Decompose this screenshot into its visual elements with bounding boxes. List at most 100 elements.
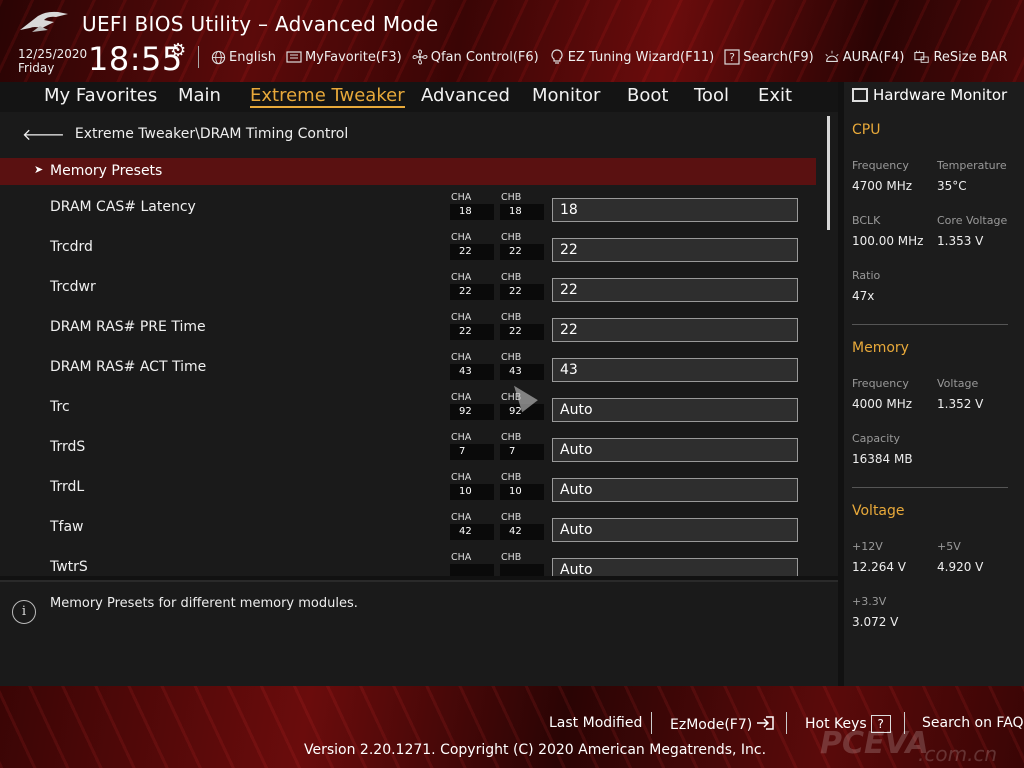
footer-divider: [651, 712, 652, 734]
last-modified-button[interactable]: Last Modified: [549, 715, 642, 731]
header-divider: [198, 46, 199, 68]
cpu-frequency-label: Frequency: [852, 159, 909, 172]
timing-row[interactable]: Trcdwr CHA 22 CHB 22 22: [0, 272, 816, 312]
v5-value: 4.920 V: [937, 560, 984, 574]
back-arrow-icon[interactable]: 🡐: [22, 124, 65, 144]
day-text: Friday: [18, 61, 55, 75]
timing-row[interactable]: TrrdL CHA 10 CHB 10 Auto: [0, 472, 816, 512]
channel-b-value: 42: [500, 524, 544, 540]
channel-a-readout: CHA 22: [450, 312, 494, 342]
timing-value-input[interactable]: Auto: [552, 478, 798, 502]
channel-a-label: CHA: [451, 312, 472, 323]
cpu-temperature-label: Temperature: [937, 159, 1007, 172]
channel-a-label: CHA: [451, 272, 472, 283]
channel-a-readout: CHA 22: [450, 272, 494, 302]
timing-label: TrrdS: [50, 439, 86, 455]
ez-tuning-wizard-button[interactable]: EZ Tuning Wizard(F11): [549, 49, 714, 65]
timing-value-input[interactable]: Auto: [552, 558, 798, 576]
memory-capacity-value: 16384 MB: [852, 452, 913, 466]
tab-boot[interactable]: Boot: [627, 85, 668, 106]
cpu-heading: CPU: [852, 122, 881, 138]
cpu-frequency-value: 4700 MHz: [852, 179, 913, 193]
tab-advanced[interactable]: Advanced: [421, 85, 510, 106]
language-button[interactable]: English: [210, 49, 276, 65]
channel-b-readout: CHB 22: [500, 312, 544, 342]
channel-b-readout: CHB: [500, 552, 544, 576]
channel-b-label: CHB: [501, 512, 522, 523]
timing-value-input[interactable]: Auto: [552, 398, 798, 422]
header-toolbar: English MyFavorite(F3) Qfan Control(F6) …: [210, 46, 1018, 68]
memory-presets-row[interactable]: ➤ Memory Presets: [0, 158, 816, 185]
my-favorite-button[interactable]: MyFavorite(F3): [286, 49, 402, 65]
aura-button[interactable]: AURA(F4): [824, 49, 904, 65]
tab-exit[interactable]: Exit: [758, 85, 792, 106]
search-faq-button[interactable]: Search on FAQ: [922, 715, 1024, 731]
search-button[interactable]: ? Search(F9): [724, 49, 814, 65]
timing-value-input[interactable]: 18: [552, 198, 798, 222]
channel-a-value: 10: [450, 484, 494, 500]
svg-text:?: ?: [729, 51, 735, 64]
settings-panel: 🡐 Extreme Tweaker\DRAM Timing Control ➤ …: [0, 112, 838, 576]
scrollbar[interactable]: [827, 116, 830, 230]
timing-row[interactable]: TwtrS CHA CHB Auto: [0, 552, 816, 576]
channel-b-label: CHB: [501, 472, 522, 483]
exit-arrow-icon: [755, 715, 775, 735]
watermark-logo: PCEVA: [820, 726, 929, 761]
timing-row[interactable]: DRAM RAS# ACT Time CHA 43 CHB 43 43: [0, 352, 816, 392]
channel-a-label: CHA: [451, 432, 472, 443]
v5-label: +5V: [937, 540, 961, 553]
timing-value-input[interactable]: Auto: [552, 438, 798, 462]
channel-b-readout: CHB 43: [500, 352, 544, 382]
qfan-control-label: Qfan Control(F6): [430, 49, 539, 65]
tab-monitor[interactable]: Monitor: [532, 85, 600, 106]
channel-a-label: CHA: [451, 192, 472, 203]
voltage-heading: Voltage: [852, 503, 905, 519]
timing-label: Trcdrd: [50, 239, 93, 255]
resize-bar-button[interactable]: ReSize BAR: [914, 49, 1008, 65]
search-icon: ?: [724, 49, 740, 65]
tab-my-favorites[interactable]: My Favorites: [44, 85, 157, 106]
timing-row[interactable]: Trcdrd CHA 22 CHB 22 22: [0, 232, 816, 272]
search-label: Search(F9): [743, 49, 814, 65]
memory-presets-label: Memory Presets: [50, 163, 163, 179]
my-favorite-label: MyFavorite(F3): [304, 49, 402, 65]
channel-a-value: 22: [450, 284, 494, 300]
tab-extreme-tweaker[interactable]: Extreme Tweaker: [250, 85, 405, 108]
tab-main[interactable]: Main: [178, 85, 221, 106]
footer-divider: [786, 712, 787, 734]
channel-a-value: 18: [450, 204, 494, 220]
info-icon: i: [12, 600, 36, 624]
channel-b-value: 7: [500, 444, 544, 460]
channel-b-value: 10: [500, 484, 544, 500]
timing-row[interactable]: DRAM CAS# Latency CHA 18 CHB 18 18: [0, 192, 816, 232]
channel-b-readout: CHB 7: [500, 432, 544, 462]
timing-label: Tfaw: [50, 519, 84, 535]
clock-settings-gear-icon[interactable]: ⚙: [170, 40, 186, 61]
tab-tool[interactable]: Tool: [694, 85, 729, 106]
timing-value-input[interactable]: 22: [552, 238, 798, 262]
timing-label: TrrdL: [50, 479, 85, 495]
timing-value-input[interactable]: Auto: [552, 518, 798, 542]
timing-row[interactable]: Trc CHA 92 CHB 92 Auto: [0, 392, 816, 432]
timing-row[interactable]: DRAM RAS# PRE Time CHA 22 CHB 22 22: [0, 312, 816, 352]
channel-a-readout: CHA 7: [450, 432, 494, 462]
timing-value-input[interactable]: 43: [552, 358, 798, 382]
ezmode-button[interactable]: EzMode(F7): [670, 715, 775, 735]
timing-value-input[interactable]: 22: [552, 278, 798, 302]
channel-b-label: CHB: [501, 272, 522, 283]
timing-row[interactable]: TrrdS CHA 7 CHB 7 Auto: [0, 432, 816, 472]
channel-a-label: CHA: [451, 352, 472, 363]
qfan-control-button[interactable]: Qfan Control(F6): [412, 49, 539, 65]
v12-value: 12.264 V: [852, 560, 907, 574]
channel-b-value: 18: [500, 204, 544, 220]
hardware-monitor-title-text: Hardware Monitor: [873, 86, 1008, 104]
channel-b-readout: CHB 22: [500, 272, 544, 302]
timing-value-input[interactable]: 22: [552, 318, 798, 342]
channel-b-readout: CHB 42: [500, 512, 544, 542]
timing-row[interactable]: Tfaw CHA 42 CHB 42 Auto: [0, 512, 816, 552]
timing-label: DRAM RAS# ACT Time: [50, 359, 207, 375]
hw-divider: [852, 324, 1008, 325]
resize-bar-icon: [914, 49, 930, 65]
channel-b-value: 22: [500, 284, 544, 300]
submenu-arrow-icon: ➤: [34, 163, 44, 176]
